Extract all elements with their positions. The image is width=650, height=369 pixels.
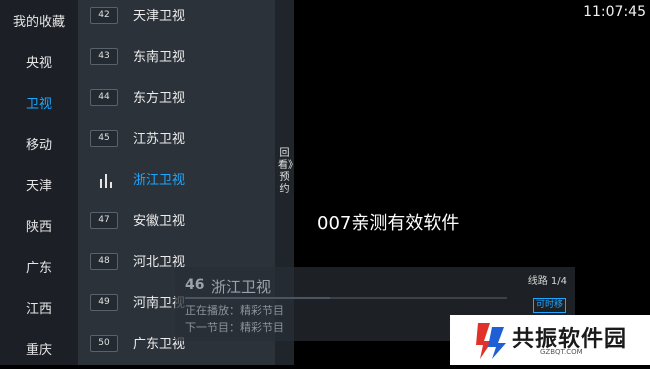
category-item[interactable]: 移动 <box>0 123 78 164</box>
channel-item[interactable]: 45 江苏卫视 <box>78 119 275 160</box>
category-item[interactable]: 重庆 <box>0 328 78 369</box>
channel-number: 49 <box>90 294 118 311</box>
channel-item[interactable]: 43 东南卫视 <box>78 37 275 78</box>
channel-number: 50 <box>90 335 118 352</box>
channel-number: 45 <box>90 130 118 147</box>
category-item[interactable]: 天津 <box>0 164 78 205</box>
channel-item[interactable]: 42 天津卫视 <box>78 0 275 37</box>
channel-number: 42 <box>90 7 118 24</box>
playback-reservation-label: 回看》预约 <box>278 148 298 195</box>
channel-name: 东南卫视 <box>133 50 186 65</box>
next-program-text: 下一节目：精彩节目 <box>185 321 284 334</box>
watermark-logo: 共振软件园 GZBQT.COM <box>450 315 650 365</box>
channel-name: 安徽卫视 <box>133 214 186 229</box>
watermark-subtitle: GZBQT.COM <box>540 348 583 356</box>
category-item[interactable]: 卫视 <box>0 82 78 123</box>
category-item[interactable]: 陕西 <box>0 205 78 246</box>
info-channel-name: 浙江卫视 <box>211 278 272 296</box>
category-item[interactable]: 央视 <box>0 41 78 82</box>
channel-name: 天津卫视 <box>133 9 186 24</box>
now-playing-text: 正在播放：精彩节目 <box>185 304 284 317</box>
program-progress-fill <box>185 297 330 299</box>
channel-name: 东方卫视 <box>133 91 186 106</box>
channel-number: 48 <box>90 253 118 270</box>
channel-number: 44 <box>90 89 118 106</box>
channel-name: 浙江卫视 <box>133 173 186 188</box>
video-overlay-text: 007亲测有效软件 <box>317 213 460 234</box>
source-line-indicator[interactable]: 线路 1/4 <box>528 272 567 287</box>
channel-item[interactable]: 47 安徽卫视 <box>78 201 275 242</box>
category-item[interactable]: 江西 <box>0 287 78 328</box>
now-playing-icon <box>100 172 114 188</box>
info-channel-number: 46 <box>185 277 205 293</box>
category-item[interactable]: 我的收藏 <box>0 0 78 41</box>
channel-item[interactable]: 44 东方卫视 <box>78 78 275 119</box>
category-item[interactable]: 广东 <box>0 246 78 287</box>
channel-number: 43 <box>90 48 118 65</box>
program-progress-bar <box>185 297 507 299</box>
channel-item[interactable]: 浙江卫视 <box>78 160 275 201</box>
channel-name: 江苏卫视 <box>133 132 186 147</box>
category-panel: 我的收藏 央视 卫视 移动 天津 陕西 广东 江西 重庆 <box>0 0 78 365</box>
timeshift-badge[interactable]: 可时移 <box>532 298 566 313</box>
logo-mark-icon <box>476 323 506 359</box>
channel-number: 47 <box>90 212 118 229</box>
clock: 11:07:45 <box>583 4 646 20</box>
